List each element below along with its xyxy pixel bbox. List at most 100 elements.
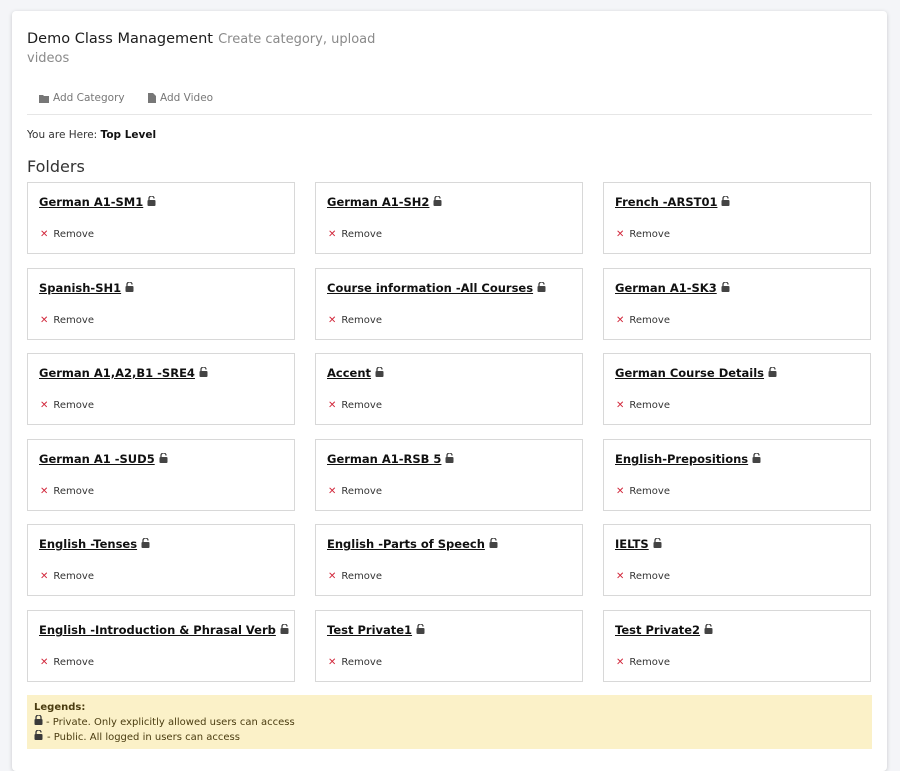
add-video-tab[interactable]: Add Video (148, 92, 213, 104)
remove-x-icon: ✕ (616, 315, 625, 326)
folder-card: German Course Details ✕ Remove (603, 353, 871, 425)
add-category-label: Add Category (53, 92, 125, 104)
folder-card: English-Prepositions ✕ Remove (603, 439, 871, 511)
breadcrumb: You are Here: Top Level (27, 129, 156, 141)
folder-link[interactable]: German A1-RSB 5 (327, 452, 454, 466)
remove-x-icon: ✕ (40, 571, 49, 582)
folder-card: German A1 -SUD5 ✕ Remove (27, 439, 295, 511)
folder-link[interactable]: English -Introduction & Phrasal Verb (39, 623, 289, 637)
folder-link[interactable]: German A1,A2,B1 -SRE4 (39, 366, 208, 380)
remove-label: Remove (341, 571, 382, 582)
remove-button[interactable]: ✕ Remove (40, 486, 94, 497)
remove-button[interactable]: ✕ Remove (616, 486, 670, 497)
lock-open-icon (141, 537, 150, 551)
folder-link[interactable]: Accent (327, 366, 384, 380)
lock-open-icon (752, 452, 761, 466)
remove-x-icon: ✕ (328, 400, 337, 411)
folder-icon (39, 94, 49, 103)
breadcrumb-prefix: You are Here: (27, 129, 98, 141)
page-title: Demo Class Management (27, 31, 213, 47)
folder-link[interactable]: Test Private1 (327, 623, 425, 637)
lock-open-icon (489, 537, 498, 551)
folder-link[interactable]: Spanish-SH1 (39, 281, 134, 295)
remove-button[interactable]: ✕ Remove (40, 657, 94, 668)
folder-name: German A1-SM1 (39, 195, 144, 209)
folder-link[interactable]: German A1 -SUD5 (39, 452, 168, 466)
legend-public-row: - Public. All logged in users can access (34, 729, 865, 745)
remove-button[interactable]: ✕ Remove (328, 400, 382, 411)
remove-label: Remove (341, 315, 382, 326)
folder-name: English -Parts of Speech (327, 537, 485, 551)
remove-label: Remove (341, 657, 382, 668)
lock-open-icon (375, 366, 384, 380)
legend-public-text: - Public. All logged in users can access (47, 732, 240, 743)
remove-button[interactable]: ✕ Remove (616, 400, 670, 411)
folder-card: Course information -All Courses ✕ Remove (315, 268, 583, 340)
lock-open-icon (125, 281, 134, 295)
remove-x-icon: ✕ (616, 486, 625, 497)
legend-private-row: - Private. Only explicitly allowed users… (34, 714, 865, 730)
lock-open-icon (280, 623, 289, 637)
remove-label: Remove (53, 400, 94, 411)
remove-button[interactable]: ✕ Remove (328, 571, 382, 582)
folder-card: German A1-SK3 ✕ Remove (603, 268, 871, 340)
file-icon (148, 93, 156, 103)
lock-open-icon (721, 195, 730, 209)
folder-name: English -Tenses (39, 537, 138, 551)
folder-name: German A1-SH2 (327, 195, 430, 209)
remove-label: Remove (341, 400, 382, 411)
remove-label: Remove (629, 315, 670, 326)
add-category-tab[interactable]: Add Category (39, 92, 125, 104)
remove-button[interactable]: ✕ Remove (328, 315, 382, 326)
folder-card: German A1-SM1 ✕ Remove (27, 182, 295, 254)
folder-link[interactable]: French -ARST01 (615, 195, 730, 209)
legend-title: Legends: (34, 702, 86, 713)
remove-button[interactable]: ✕ Remove (40, 571, 94, 582)
lock-open-icon (653, 537, 662, 551)
folder-link[interactable]: IELTS (615, 537, 662, 551)
folders-heading: Folders (27, 157, 85, 176)
tab-bar: Add Category Add Video (27, 89, 872, 115)
legend-private-text: - Private. Only explicitly allowed users… (46, 717, 295, 728)
remove-button[interactable]: ✕ Remove (616, 229, 670, 240)
folder-link[interactable]: German A1-SK3 (615, 281, 730, 295)
remove-button[interactable]: ✕ Remove (328, 486, 382, 497)
remove-button[interactable]: ✕ Remove (328, 657, 382, 668)
remove-label: Remove (629, 229, 670, 240)
lock-open-icon (537, 281, 546, 295)
folder-link[interactable]: English -Parts of Speech (327, 537, 498, 551)
lock-closed-icon (34, 714, 43, 730)
folder-name: Test Private1 (327, 623, 413, 637)
lock-open-icon (768, 366, 777, 380)
folder-name: Accent (327, 366, 372, 380)
folder-link[interactable]: Course information -All Courses (327, 281, 546, 295)
main-panel: Demo Class Management Create category, u… (12, 11, 887, 771)
folder-card: French -ARST01 ✕ Remove (603, 182, 871, 254)
remove-button[interactable]: ✕ Remove (616, 315, 670, 326)
folder-card: IELTS ✕ Remove (603, 524, 871, 596)
remove-button[interactable]: ✕ Remove (40, 400, 94, 411)
remove-label: Remove (53, 657, 94, 668)
remove-button[interactable]: ✕ Remove (328, 229, 382, 240)
remove-label: Remove (629, 571, 670, 582)
folder-name: Test Private2 (615, 623, 701, 637)
lock-open-icon (147, 195, 156, 209)
folder-name: English-Prepositions (615, 452, 749, 466)
remove-button[interactable]: ✕ Remove (40, 229, 94, 240)
remove-button[interactable]: ✕ Remove (616, 657, 670, 668)
breadcrumb-current: Top Level (100, 129, 157, 141)
folder-link[interactable]: English-Prepositions (615, 452, 761, 466)
folder-card: Test Private1 ✕ Remove (315, 610, 583, 682)
folder-link[interactable]: English -Tenses (39, 537, 150, 551)
remove-label: Remove (53, 486, 94, 497)
lock-open-icon (416, 623, 425, 637)
remove-label: Remove (629, 657, 670, 668)
folder-link[interactable]: German A1-SM1 (39, 195, 156, 209)
remove-button[interactable]: ✕ Remove (616, 571, 670, 582)
folder-link[interactable]: German A1-SH2 (327, 195, 442, 209)
folder-link[interactable]: Test Private2 (615, 623, 713, 637)
folder-card: Accent ✕ Remove (315, 353, 583, 425)
folder-link[interactable]: German Course Details (615, 366, 777, 380)
folder-card: English -Introduction & Phrasal Verb ✕ Rem… (27, 610, 295, 682)
remove-button[interactable]: ✕ Remove (40, 315, 94, 326)
